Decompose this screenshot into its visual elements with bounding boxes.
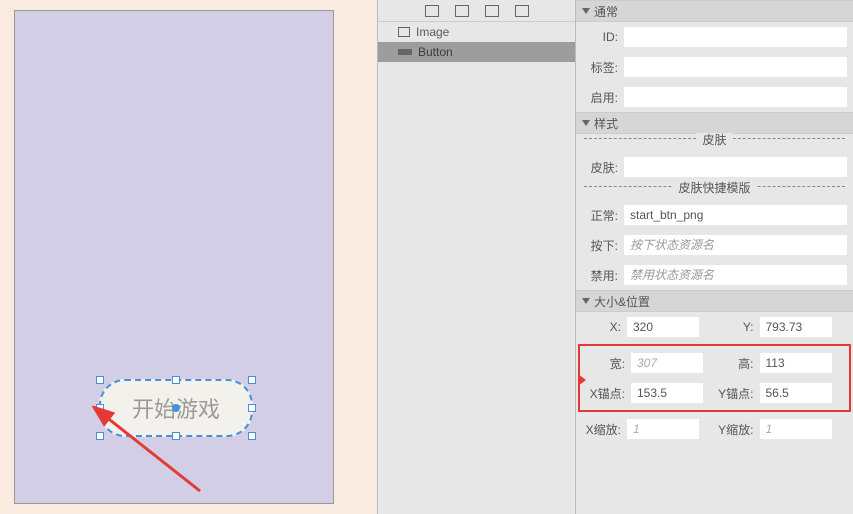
resize-handle[interactable] bbox=[172, 376, 180, 384]
button-icon bbox=[398, 49, 412, 55]
properties-panel: 通常 ID: 标签: 启用: 样式 皮肤 皮肤: 皮肤快捷模版 正常: 按下: … bbox=[576, 0, 853, 514]
section-label: 大小&位置 bbox=[594, 293, 650, 310]
resize-handle[interactable] bbox=[248, 376, 256, 384]
disable-input[interactable] bbox=[624, 265, 847, 285]
scale-y-input[interactable] bbox=[760, 419, 832, 439]
collapse-icon bbox=[582, 298, 590, 304]
selected-button-element[interactable]: 开始游戏 bbox=[99, 379, 253, 437]
scale-y-label: Y缩放: bbox=[715, 421, 760, 438]
collapse-icon bbox=[582, 120, 590, 126]
resize-handle[interactable] bbox=[96, 376, 104, 384]
hierarchy-panel: Image Button bbox=[377, 0, 576, 514]
resize-handle[interactable] bbox=[172, 432, 180, 440]
toolbar-icon[interactable] bbox=[485, 5, 499, 17]
hierarchy-item-button[interactable]: Button bbox=[378, 42, 575, 62]
id-input[interactable] bbox=[624, 27, 847, 47]
section-label: 通常 bbox=[594, 3, 618, 20]
annotation-triangle-icon bbox=[578, 374, 586, 386]
press-input[interactable] bbox=[624, 235, 847, 255]
hierarchy-item-label: Image bbox=[416, 25, 449, 39]
y-input[interactable] bbox=[760, 317, 832, 337]
skin-template-divider: 皮肤快捷模版 bbox=[584, 186, 845, 200]
scale-x-label: X缩放: bbox=[582, 421, 627, 438]
skin-divider: 皮肤 bbox=[584, 138, 845, 152]
section-size-position[interactable]: 大小&位置 bbox=[576, 290, 853, 312]
resize-handle[interactable] bbox=[96, 432, 104, 440]
width-label: 宽: bbox=[586, 355, 631, 372]
id-label: ID: bbox=[582, 30, 624, 44]
resize-handle[interactable] bbox=[248, 432, 256, 440]
skin-input[interactable] bbox=[624, 157, 847, 177]
canvas-area[interactable]: 开始游戏 bbox=[14, 10, 334, 504]
height-label: 高: bbox=[715, 355, 760, 372]
enable-input[interactable] bbox=[624, 87, 847, 107]
anchor-x-input[interactable] bbox=[631, 383, 703, 403]
normal-label: 正常: bbox=[582, 207, 624, 224]
resize-handle[interactable] bbox=[248, 404, 256, 412]
section-common[interactable]: 通常 bbox=[576, 0, 853, 22]
anchor-x-label: X锚点: bbox=[586, 385, 631, 402]
disable-label: 禁用: bbox=[582, 267, 624, 284]
anchor-y-label: Y锚点: bbox=[715, 385, 760, 402]
y-label: Y: bbox=[715, 320, 760, 334]
resize-handle[interactable] bbox=[96, 404, 104, 412]
toolbar-icon[interactable] bbox=[515, 5, 529, 17]
highlighted-region: 宽: 高: X锚点: Y锚点: bbox=[578, 344, 851, 412]
section-label: 样式 bbox=[594, 115, 618, 132]
image-icon bbox=[398, 27, 410, 37]
tag-input[interactable] bbox=[624, 57, 847, 77]
design-canvas-panel: 开始游戏 bbox=[0, 0, 377, 514]
skin-label: 皮肤: bbox=[582, 159, 624, 176]
scale-x-input[interactable] bbox=[627, 419, 699, 439]
section-style[interactable]: 样式 bbox=[576, 112, 853, 134]
normal-input[interactable] bbox=[624, 205, 847, 225]
enable-label: 启用: bbox=[582, 89, 624, 106]
width-input[interactable] bbox=[631, 353, 703, 373]
collapse-icon bbox=[582, 8, 590, 14]
anchor-point-icon[interactable] bbox=[172, 404, 180, 412]
hierarchy-toolbar bbox=[378, 0, 575, 22]
hierarchy-item-image[interactable]: Image bbox=[378, 22, 575, 42]
x-input[interactable] bbox=[627, 317, 699, 337]
anchor-y-input[interactable] bbox=[760, 383, 832, 403]
hierarchy-item-label: Button bbox=[418, 45, 453, 59]
x-label: X: bbox=[582, 320, 627, 334]
toolbar-icon[interactable] bbox=[455, 5, 469, 17]
height-input[interactable] bbox=[760, 353, 832, 373]
tag-label: 标签: bbox=[582, 59, 624, 76]
press-label: 按下: bbox=[582, 237, 624, 254]
toolbar-icon[interactable] bbox=[425, 5, 439, 17]
